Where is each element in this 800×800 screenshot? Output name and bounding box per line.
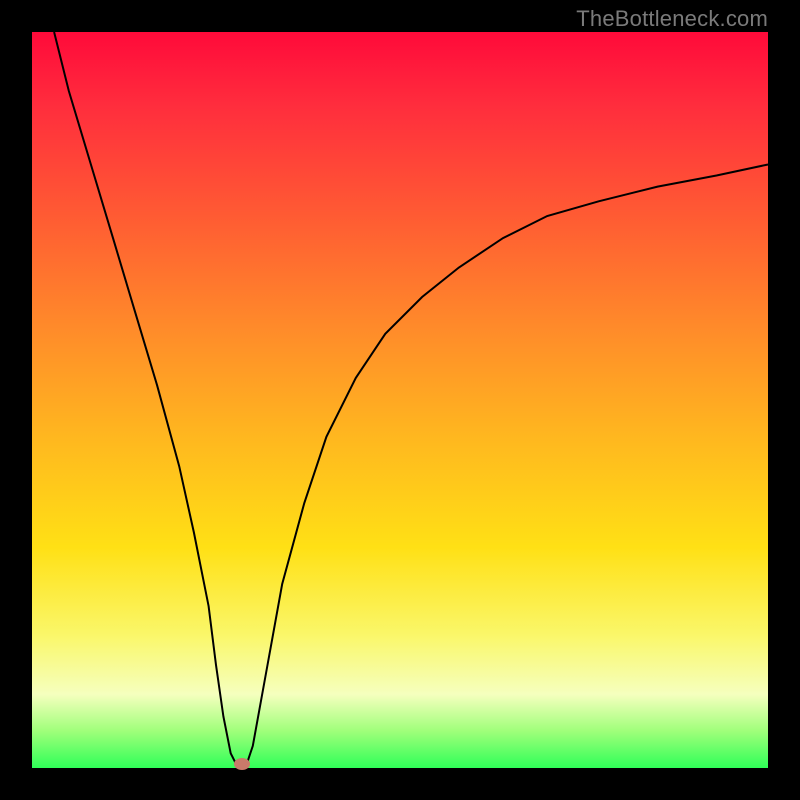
- watermark-text: TheBottleneck.com: [576, 6, 768, 32]
- bottleneck-curve: [32, 32, 768, 768]
- chart-frame: TheBottleneck.com: [0, 0, 800, 800]
- plot-area: [32, 32, 768, 768]
- optimal-point-marker: [234, 758, 250, 770]
